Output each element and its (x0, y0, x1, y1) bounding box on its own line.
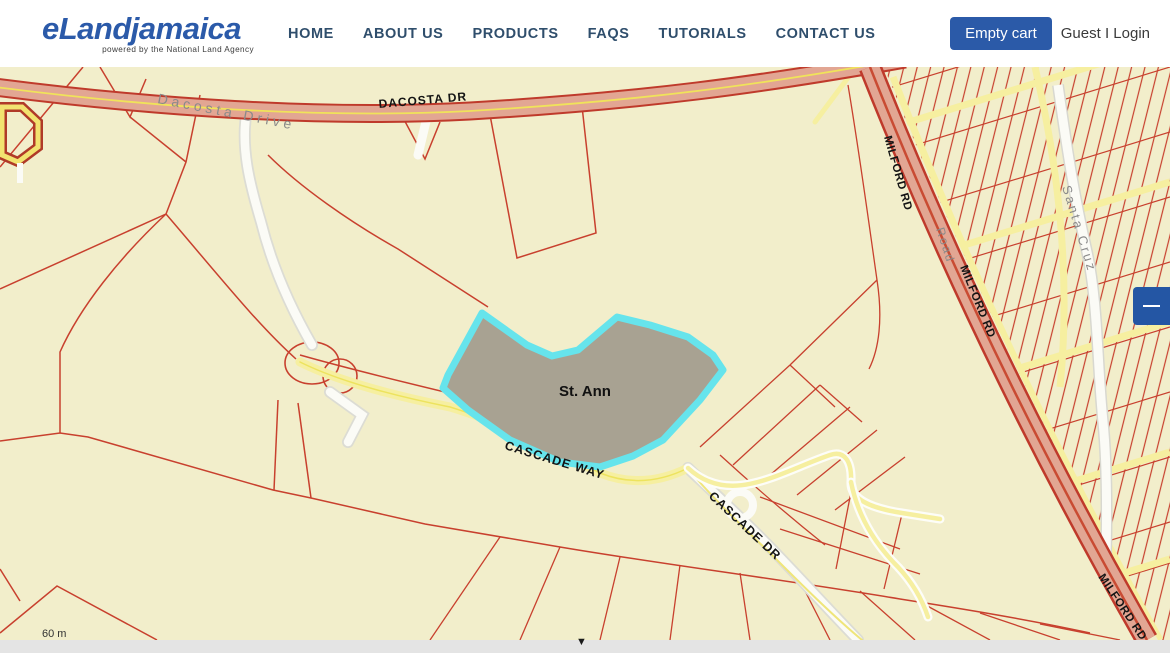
map-canvas[interactable]: Dacosta Drive DACOSTA DR MILFORD RD Road… (0, 67, 1170, 640)
map-container: Dacosta Drive DACOSTA DR MILFORD RD Road… (0, 67, 1170, 640)
brand-tagline: powered by the National Land Agency (42, 45, 258, 54)
chevron-down-icon[interactable]: ▼ (576, 636, 587, 649)
guest-login-link[interactable]: Guest I Login (1061, 25, 1150, 42)
empty-cart-button[interactable]: Empty cart (950, 17, 1052, 50)
nav-faqs[interactable]: FAQS (588, 26, 630, 42)
bottom-collapse-bar: ▼ (0, 640, 1170, 653)
nav-home[interactable]: HOME (288, 26, 334, 42)
main-nav: HOME ABOUT US PRODUCTS FAQS TUTORIALS CO… (288, 26, 876, 42)
minus-icon (1143, 305, 1160, 307)
selected-parcel-label: St. Ann (559, 383, 611, 400)
nav-tutorials[interactable]: TUTORIALS (659, 26, 747, 42)
nav-contact-us[interactable]: CONTACT US (776, 26, 876, 42)
header-right-group: Empty cart Guest I Login (950, 17, 1170, 50)
site-logo[interactable]: eLandjamaica powered by the National Lan… (42, 13, 258, 54)
brand-name: eLandjamaica (42, 13, 258, 44)
nav-products[interactable]: PRODUCTS (472, 26, 558, 42)
collapse-panel-button[interactable] (1133, 287, 1170, 325)
scale-bar-label: 60 m (42, 628, 66, 640)
top-navbar: eLandjamaica powered by the National Lan… (0, 0, 1170, 67)
eland-jamaica-page: eLandjamaica powered by the National Lan… (0, 0, 1170, 653)
nav-about-us[interactable]: ABOUT US (363, 26, 444, 42)
